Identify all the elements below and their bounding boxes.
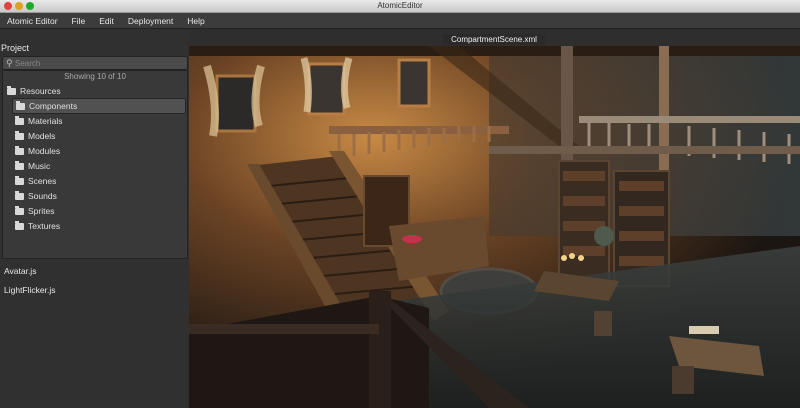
tree-item-models[interactable]: Models [15, 129, 55, 143]
menu-deployment[interactable]: Deployment [121, 16, 180, 26]
menu-edit[interactable]: Edit [92, 16, 121, 26]
tree-item-resources[interactable]: Resources [7, 84, 61, 98]
tree-item-scenes[interactable]: Scenes [15, 174, 56, 188]
folder-icon [15, 175, 24, 185]
folder-icon [15, 115, 24, 125]
tree-item-materials[interactable]: Materials [15, 114, 62, 128]
menu-bar: Atomic Editor File Edit Deployment Help [0, 13, 800, 29]
folder-icon [15, 190, 24, 200]
tree-item-music[interactable]: Music [15, 159, 50, 173]
folder-icon [16, 100, 25, 110]
close-window-button[interactable] [4, 2, 12, 10]
minimize-window-button[interactable] [15, 2, 23, 10]
tree-item-modules[interactable]: Modules [15, 144, 60, 158]
menu-file[interactable]: File [65, 16, 93, 26]
folder-icon [15, 160, 24, 170]
folder-icon [15, 205, 24, 215]
zoom-window-button[interactable] [26, 2, 34, 10]
search-input[interactable] [15, 57, 183, 69]
file-item-avatar[interactable]: Avatar.js [4, 266, 36, 276]
file-item-lightflicker[interactable]: LightFlicker.js [4, 285, 56, 295]
tree-item-sprites[interactable]: Sprites [15, 204, 54, 218]
folder-icon [15, 145, 24, 155]
menu-atomic-editor[interactable]: Atomic Editor [0, 16, 65, 26]
tree-item-sounds[interactable]: Sounds [15, 189, 57, 203]
project-search: ⚲ [2, 56, 188, 70]
folder-icon [15, 130, 24, 140]
project-panel: Project ⚲ Showing 10 of 10 Resources Com… [0, 29, 189, 408]
scene-viewport[interactable] [189, 46, 800, 408]
window-titlebar: AtomicEditor [0, 0, 800, 13]
menu-help[interactable]: Help [180, 16, 211, 26]
showing-count: Showing 10 of 10 [64, 72, 126, 81]
folder-icon [7, 85, 16, 95]
tree-item-components[interactable]: Components [12, 98, 186, 114]
tab-compartment-scene[interactable]: CompartmentScene.xml [443, 34, 545, 45]
search-icon: ⚲ [6, 58, 13, 68]
resource-tree: Showing 10 of 10 Resources Components Ma… [2, 70, 188, 259]
folder-icon [15, 220, 24, 230]
tree-item-textures[interactable]: Textures [15, 219, 60, 233]
window-title: AtomicEditor [377, 1, 423, 10]
scene-render-image [189, 46, 800, 408]
project-title: Project [1, 43, 30, 53]
